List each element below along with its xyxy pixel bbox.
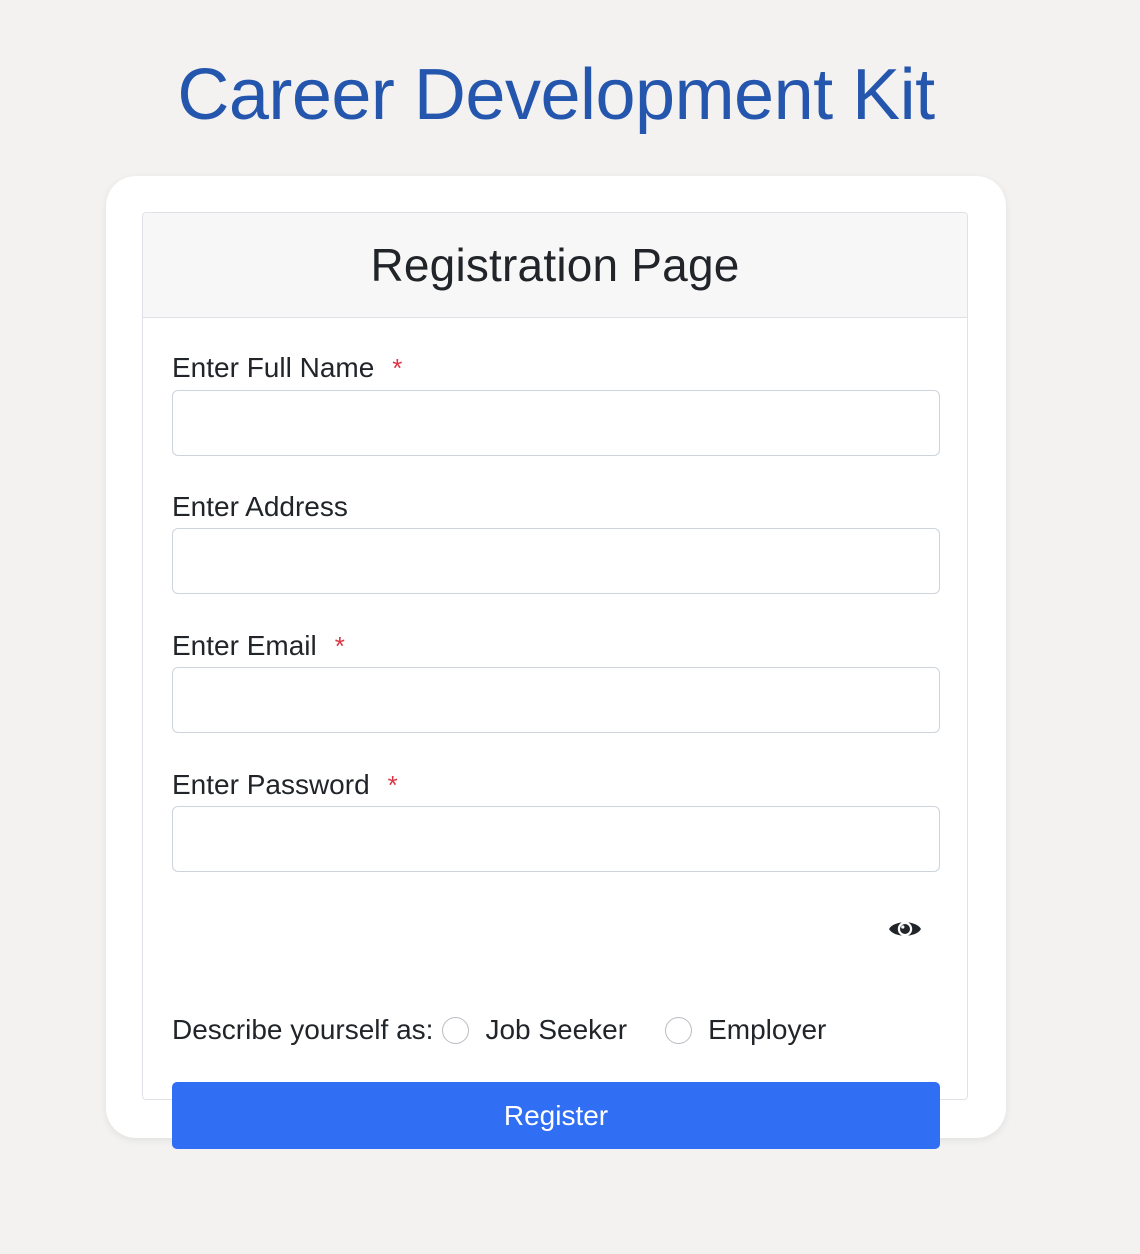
role-label: Describe yourself as: <box>172 1014 434 1045</box>
email-label-text: Enter Email <box>172 630 317 661</box>
radio-option-job-seeker[interactable]: Job Seeker <box>442 1014 627 1046</box>
register-button[interactable]: Register <box>172 1082 940 1149</box>
card-header: Registration Page <box>143 213 967 318</box>
page-title: Registration Page <box>370 239 740 291</box>
registration-card: Registration Page Enter Full Name * Enter… <box>106 176 1006 1149</box>
required-star-icon: * <box>392 353 403 383</box>
full-name-label-text: Enter Full Name <box>172 352 375 383</box>
email-label: Enter Email * <box>172 629 345 663</box>
password-label: Enter Password * <box>172 768 398 802</box>
job-seeker-radio[interactable] <box>442 1016 470 1044</box>
full-name-input[interactable] <box>172 390 940 456</box>
password-label-text: Enter Password <box>172 769 370 800</box>
address-input[interactable] <box>172 528 940 594</box>
email-input[interactable] <box>172 667 940 733</box>
site-title: Career Development Kit <box>177 55 935 135</box>
password-input[interactable] <box>172 806 940 872</box>
address-label: Enter Address <box>172 490 348 524</box>
employer-radio-label: Employer <box>708 1014 827 1045</box>
show-password-eye-icon[interactable] <box>887 916 923 942</box>
job-seeker-radio-label: Job Seeker <box>485 1014 628 1045</box>
full-name-label: Enter Full Name * <box>172 351 402 385</box>
registration-form-panel: Registration Page Enter Full Name * Enter… <box>142 212 968 1149</box>
required-star-icon: * <box>387 770 398 800</box>
address-label-text: Enter Address <box>172 491 348 522</box>
radio-option-employer[interactable]: Employer <box>665 1014 826 1046</box>
required-star-icon: * <box>334 631 345 661</box>
employer-radio[interactable] <box>665 1016 693 1044</box>
role-selector: Describe yourself as: Job Seeker Employe… <box>172 1008 826 1052</box>
